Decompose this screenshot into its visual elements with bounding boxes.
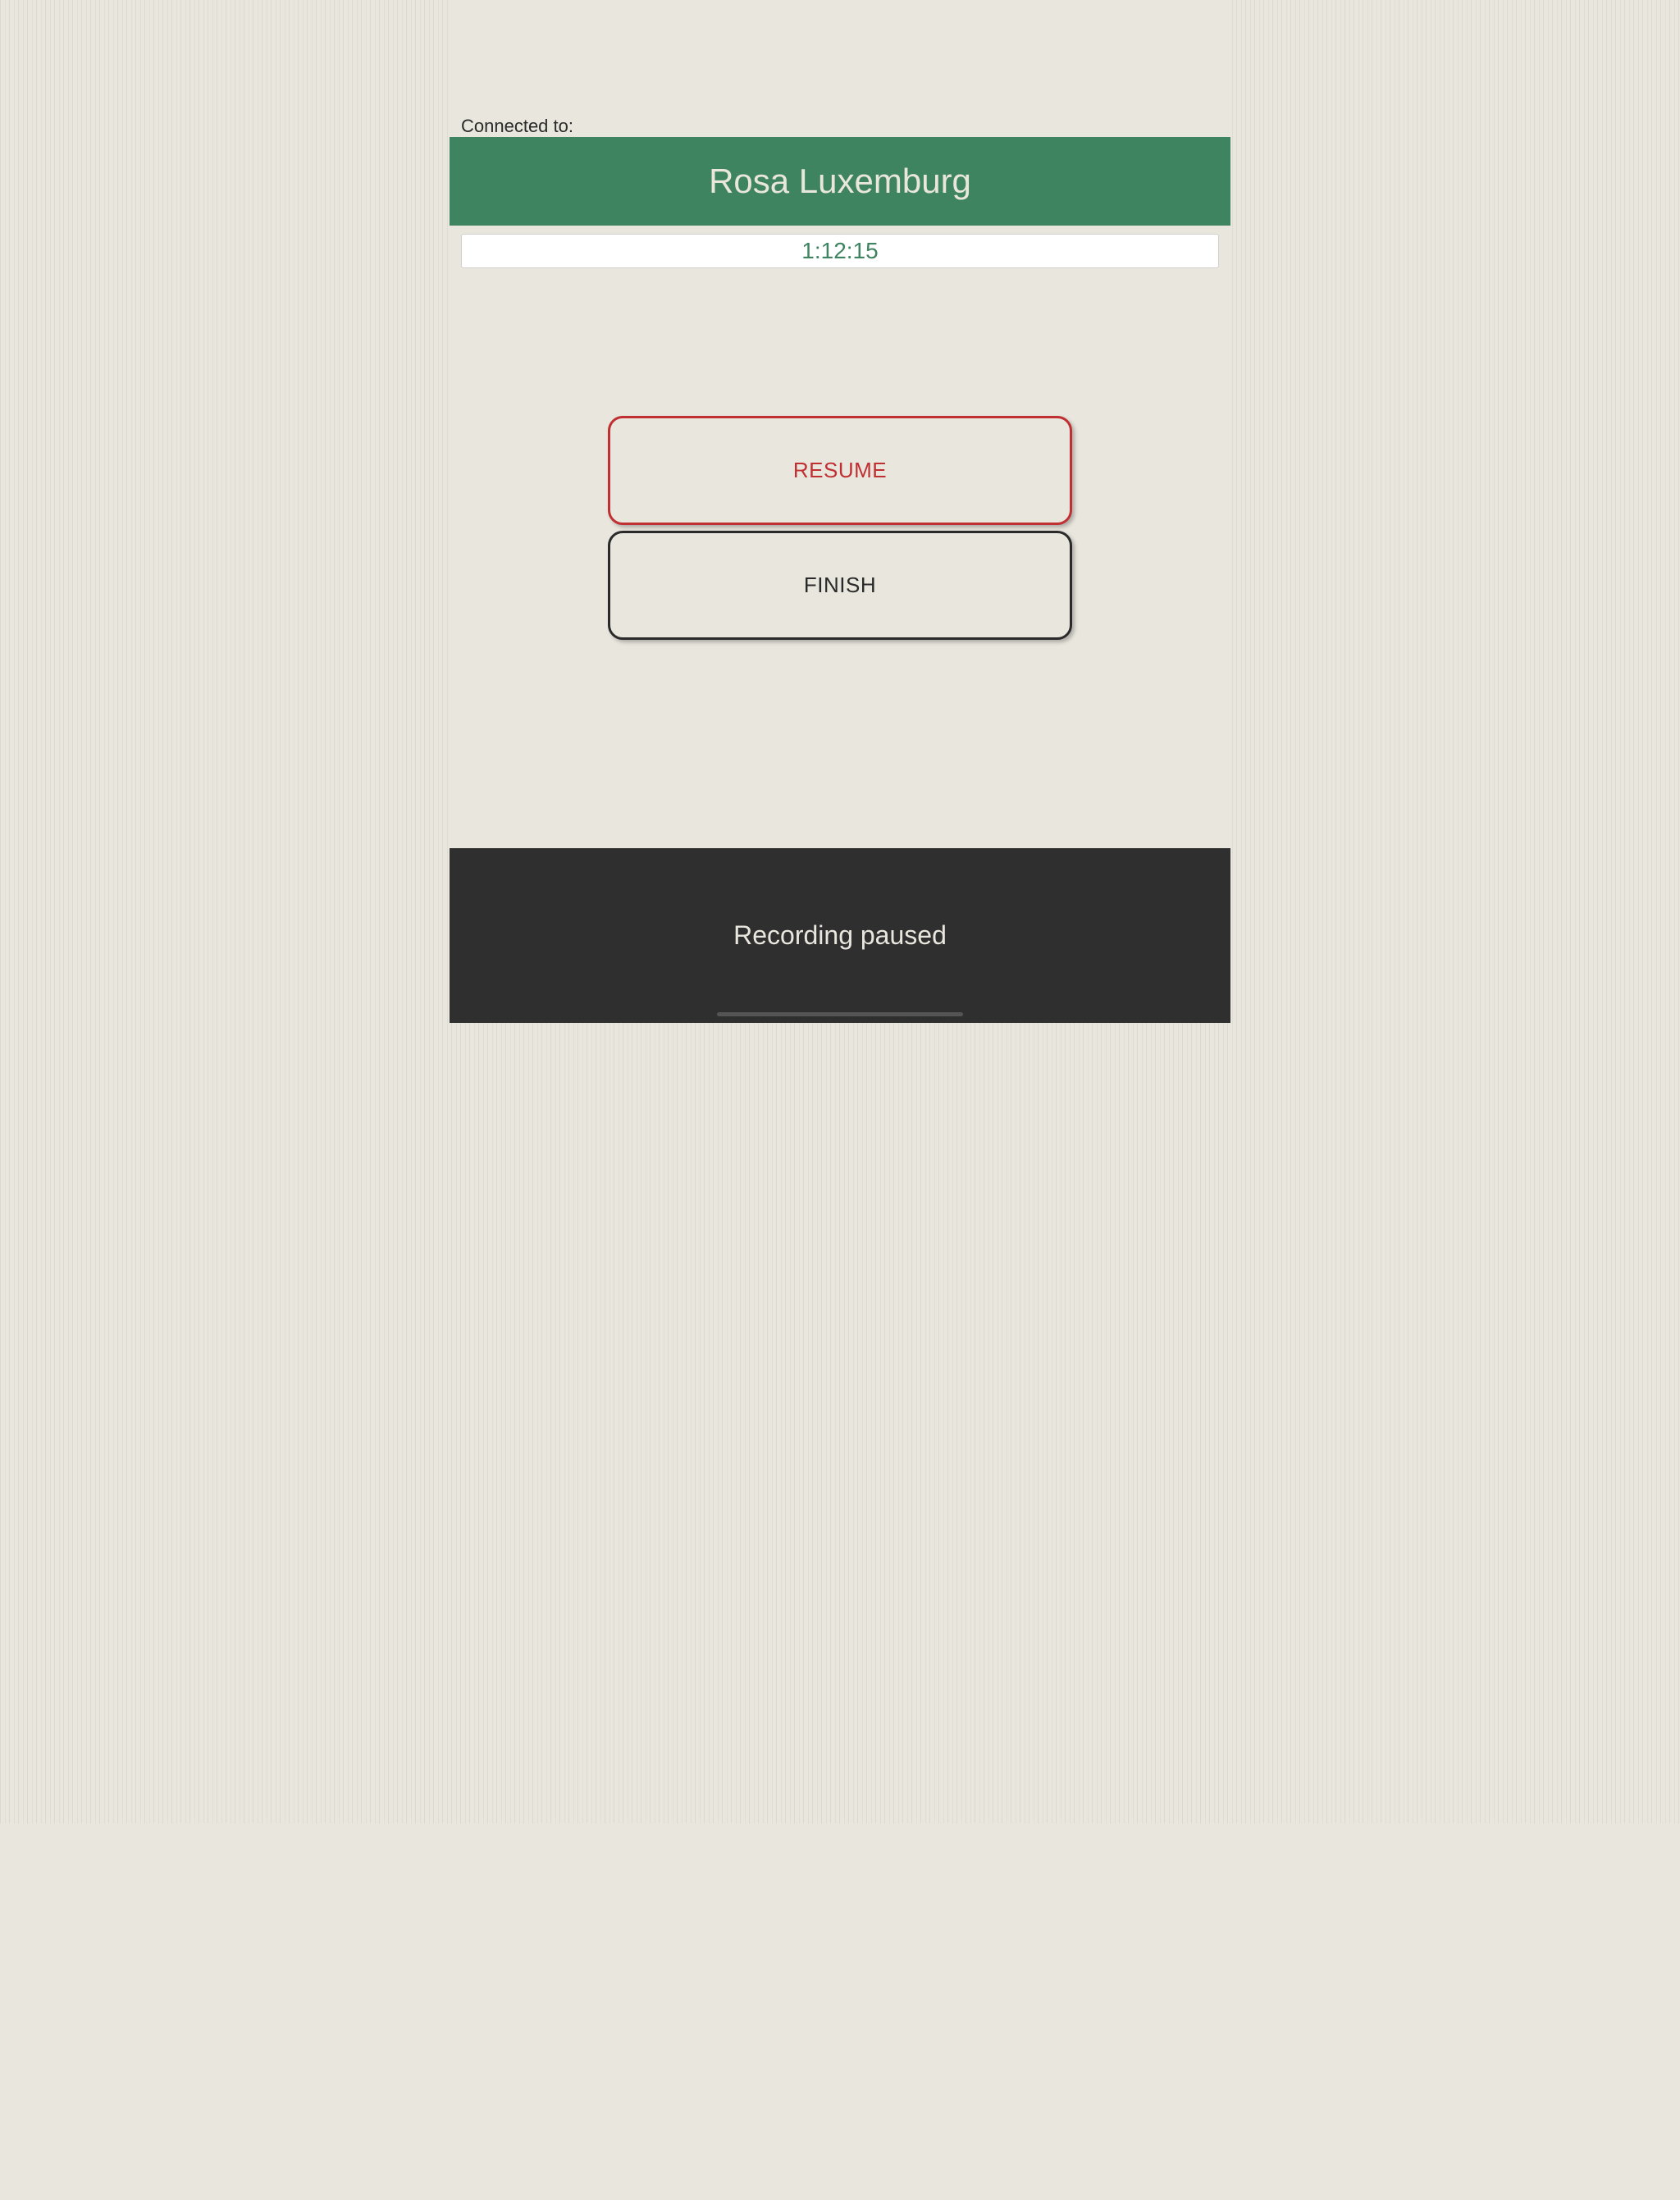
finish-button[interactable]: FINISH bbox=[608, 531, 1072, 640]
home-indicator[interactable] bbox=[717, 1012, 963, 1016]
connected-to-label: Connected to: bbox=[461, 116, 573, 137]
resume-button[interactable]: RESUME bbox=[608, 416, 1072, 525]
status-bar: Recording paused bbox=[450, 848, 1230, 1023]
recording-status-text: Recording paused bbox=[733, 920, 947, 951]
recording-timer: 1:12:15 bbox=[461, 234, 1219, 268]
connected-device-name: Rosa Luxemburg bbox=[450, 137, 1230, 226]
